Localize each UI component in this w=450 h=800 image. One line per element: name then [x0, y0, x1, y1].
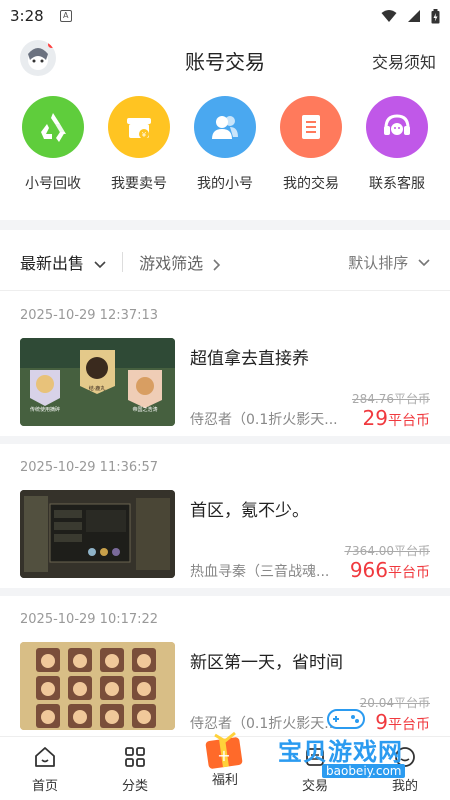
users-icon — [212, 116, 238, 139]
filter-game-label: 游戏筛选 — [139, 254, 204, 273]
listing-timestamp: 2025-10-29 10:17:22 — [20, 612, 159, 627]
menu-circle — [366, 96, 428, 158]
recycle-icon — [41, 113, 66, 142]
grid-icon — [125, 747, 145, 767]
menu-circle — [194, 96, 256, 158]
game-screenshot-image: 传统使用摘碎 结·鹿丸 帝国之浩涛 — [20, 338, 175, 426]
listing-thumbnail: 传统使用摘碎 结·鹿丸 帝国之浩涛 — [20, 338, 175, 426]
watermark-domain: baobeiy.com — [322, 764, 406, 778]
listing-title: 超值拿去直接养 — [190, 349, 309, 369]
filter-latest-label: 最新出售 — [20, 254, 85, 273]
status-icons — [381, 8, 440, 24]
menu-item-support[interactable]: 联系客服 — [356, 96, 438, 206]
chevron-down-icon — [94, 260, 106, 268]
listing-original-price: 284.76平台币 — [352, 392, 430, 406]
sort-dropdown[interactable]: 默认排序 — [348, 252, 430, 273]
nav-welfare[interactable]: + 福利 — [180, 731, 270, 800]
battery-icon — [431, 8, 440, 23]
watermark: 宝贝游戏网 baobeiy.com — [270, 706, 430, 780]
listing-separator — [0, 588, 450, 596]
price-value: 29 — [362, 406, 388, 430]
price-unit: 平台币 — [388, 565, 430, 581]
headset-icon — [384, 114, 410, 135]
svg-text:+: + — [217, 746, 230, 765]
sort-label: 默认排序 — [348, 253, 409, 272]
status-bar: 3:28 A — [0, 0, 450, 32]
price-unit: 平台币 — [388, 413, 430, 429]
home-icon — [35, 747, 55, 767]
chevron-down-icon — [418, 259, 430, 267]
listing-timestamp: 2025-10-29 11:36:57 — [20, 460, 159, 475]
filter-divider — [122, 252, 124, 272]
menu-label: 联系客服 — [369, 176, 425, 192]
thumb-caption: 传统使用摘碎 — [30, 406, 60, 413]
listing-thumbnail — [20, 490, 175, 578]
wifi-icon — [381, 10, 397, 22]
game-screenshot-image — [20, 490, 175, 578]
listing-price: 29平台币 — [363, 406, 430, 430]
menu-item-recycle[interactable]: 小号回收 — [12, 96, 94, 206]
menu-label: 小号回收 — [25, 176, 81, 192]
menu-label: 我的小号 — [197, 176, 253, 192]
filter-game[interactable]: 游戏筛选 — [139, 250, 221, 274]
header: 账号交易 交易须知 — [0, 32, 450, 86]
svg-text:¥: ¥ — [142, 131, 147, 139]
menu-item-my-accounts[interactable]: 我的小号 — [184, 96, 266, 206]
divider-line — [0, 290, 450, 291]
watermark-title: 宝贝游戏网 — [278, 738, 403, 766]
listing-item[interactable]: 2025-10-29 11:36:57 首区，氪不少。 热血寻秦（三音战魂...… — [0, 444, 450, 596]
filter-latest[interactable]: 最新出售 — [20, 250, 106, 274]
chevron-right-icon — [213, 258, 221, 271]
filter-bar: 最新出售 游戏筛选 默认排序 — [0, 240, 450, 284]
listing-original-price: 7364.00平台币 — [344, 544, 430, 558]
gamepad-icon — [327, 709, 365, 729]
nav-home[interactable]: 首页 — [0, 737, 90, 800]
listing-game: 侍忍者（0.1折火影天... — [190, 412, 338, 428]
nav-label: 福利 — [211, 773, 238, 788]
nav-label: 分类 — [121, 779, 148, 794]
listing-price: 966平台币 — [350, 558, 430, 582]
menu-circle — [22, 96, 84, 158]
game-screenshot-image — [20, 642, 175, 730]
listing-thumbnail — [20, 642, 175, 730]
listing-item[interactable]: 2025-10-29 12:37:13 传统使用摘碎 结·鹿丸 帝国之浩涛 超值… — [0, 292, 450, 444]
trade-notice-link[interactable]: 交易须知 — [372, 49, 436, 73]
gift-icon: + — [205, 731, 243, 769]
listing-timestamp: 2025-10-29 12:37:13 — [20, 308, 159, 323]
menu-circle — [280, 96, 342, 158]
menu-circle: ¥ — [108, 96, 170, 158]
menu-label: 我的交易 — [283, 176, 339, 192]
section-divider — [0, 220, 450, 230]
price-value: 966 — [349, 558, 388, 582]
listing-game: 热血寻秦（三音战魂... — [190, 564, 330, 580]
thumb-caption: 结·鹿丸 — [89, 385, 106, 392]
menu-label: 我要卖号 — [111, 176, 167, 192]
listing-title: 新区第一天，省时间 — [190, 653, 343, 673]
signal-icon — [408, 10, 420, 22]
receipt-icon — [302, 115, 320, 139]
nav-category[interactable]: 分类 — [90, 737, 180, 800]
notification-a-icon: A — [59, 10, 72, 22]
listing-separator — [0, 436, 450, 444]
nav-label: 首页 — [31, 779, 58, 794]
listing-title: 首区，氪不少。 — [190, 501, 309, 521]
shop-icon: ¥ — [127, 118, 151, 139]
menu-item-sell[interactable]: ¥ 我要卖号 — [98, 96, 180, 206]
quick-menu: 小号回收 ¥ 我要卖号 我的小号 我的交易 联系客服 — [0, 96, 450, 206]
status-time: 3:28 — [10, 7, 44, 25]
menu-item-my-trades[interactable]: 我的交易 — [270, 96, 352, 206]
thumb-caption: 帝国之浩涛 — [132, 406, 157, 413]
